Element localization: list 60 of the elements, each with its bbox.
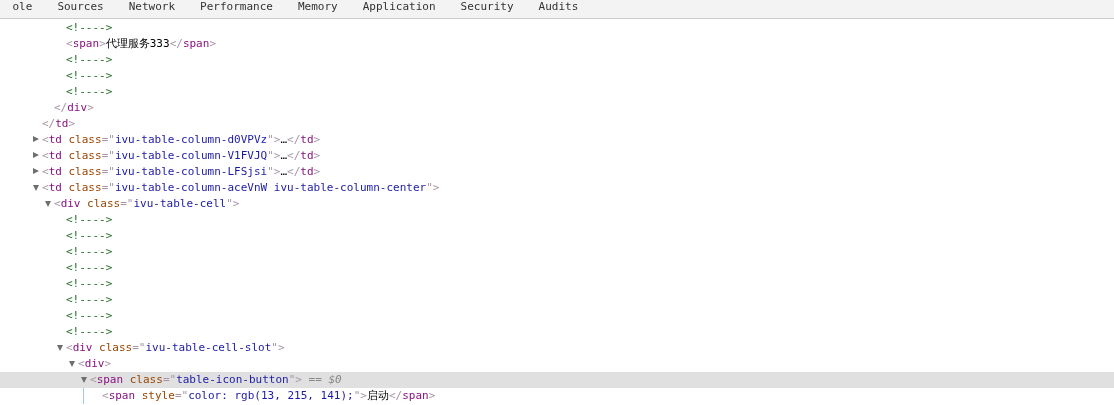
dom-node-row[interactable]: <!----> <box>0 52 1114 68</box>
panel-tab[interactable]: Sources <box>44 0 117 18</box>
dom-node-text: <td class="ivu-table-column-aceVnW ivu-table-column-center"> <box>42 180 440 196</box>
dom-node-text: <!----> <box>66 212 113 228</box>
dom-node-row[interactable]: <!----> <box>0 276 1114 292</box>
dom-node-text: <!----> <box>66 292 113 308</box>
dom-node-text: <!----> <box>66 244 113 260</box>
expanded-triangle-icon[interactable] <box>81 377 87 383</box>
dom-node-row[interactable]: <span style="color: rgb(13, 215, 141);">启动</span> <box>0 388 1114 404</box>
dom-node-text: <!----> <box>66 20 113 36</box>
dom-node-row[interactable]: <!----> <box>0 308 1114 324</box>
dom-node-row[interactable]: <!----> <box>0 20 1114 36</box>
dom-node-row[interactable]: <!----> <box>0 228 1114 244</box>
dom-node-row[interactable]: <!----> <box>0 292 1114 308</box>
closing-tag-text: </td> <box>42 116 76 132</box>
panel-tab[interactable]: ole <box>0 0 45 18</box>
dom-node-row[interactable]: <div class="ivu-table-cell-slot"> <box>0 340 1114 356</box>
dom-node-text: <!----> <box>66 276 113 292</box>
panel-tab[interactable]: Application <box>350 0 449 18</box>
dom-node-text: <!----> <box>66 68 113 84</box>
dom-node-text: <!----> <box>66 324 113 340</box>
dom-node-row[interactable]: <td class="ivu-table-column-d0VPVz">…</td> <box>0 132 1114 148</box>
panel-tab[interactable]: Audits <box>526 0 591 18</box>
dom-node-text: <td class="ivu-table-column-V1FVJQ">…</td> <box>42 148 321 164</box>
panel-tab[interactable]: Network <box>116 0 188 18</box>
dom-node-row[interactable]: <!----> <box>0 260 1114 276</box>
panel-tab[interactable]: Security <box>448 0 527 18</box>
dom-node-text: <td class="ivu-table-column-LFSjsi">…</td> <box>42 164 321 180</box>
dom-node-text: <div class="ivu-table-cell-slot"> <box>66 340 285 356</box>
dom-node-text: <!----> <box>66 52 113 68</box>
dom-node-row[interactable]: <!----> <box>0 68 1114 84</box>
expanded-triangle-icon[interactable] <box>45 201 51 207</box>
dom-node-row[interactable]: <!----> <box>0 212 1114 228</box>
expanded-triangle-icon[interactable] <box>57 345 63 351</box>
dom-node-text: <span class="table-icon-button"> == $0 <box>90 372 342 388</box>
expanded-triangle-icon[interactable] <box>33 185 39 191</box>
dom-node-text: <td class="ivu-table-column-d0VPVz">…</td> <box>42 132 321 148</box>
dom-node-row[interactable]: <!----> <box>0 324 1114 340</box>
dom-node-text: <div> <box>78 356 112 372</box>
dom-node-row[interactable]: <td class="ivu-table-column-LFSjsi">…</td> <box>0 164 1114 180</box>
panel-tab[interactable]: Performance <box>187 0 286 18</box>
dom-node-row[interactable]: <!----> <box>0 244 1114 260</box>
panel-tab[interactable]: Memory <box>285 0 351 18</box>
dom-node-row[interactable]: <span class="table-icon-button"> == $0 <box>0 372 1114 388</box>
dom-node-text: <!----> <box>66 308 113 324</box>
collapsed-triangle-icon[interactable] <box>33 152 39 158</box>
dom-node-text: <!----> <box>66 260 113 276</box>
dom-node-row[interactable]: <td class="ivu-table-column-aceVnW ivu-table-column-center"> <box>0 180 1114 196</box>
dom-node-text: <span style="color: rgb(13, 215, 141);">启动</span> <box>102 388 436 404</box>
dom-node-text: <span>代理服务333</span> <box>66 36 216 52</box>
dom-node-text: <div class="ivu-table-cell"> <box>54 196 240 212</box>
collapsed-triangle-icon[interactable] <box>33 168 39 174</box>
dom-node-row[interactable]: <td class="ivu-table-column-V1FVJQ">…</td> <box>0 148 1114 164</box>
dom-node-row[interactable]: <span>代理服务333</span> <box>0 36 1114 52</box>
dom-node-text: <!----> <box>66 84 113 100</box>
closing-tag-text: </div> <box>54 100 94 116</box>
dom-node-text: <!----> <box>66 228 113 244</box>
dom-node-row[interactable]: <div class="ivu-table-cell"> <box>0 196 1114 212</box>
collapsed-triangle-icon[interactable] <box>33 136 39 142</box>
dom-node-row[interactable]: <!----> <box>0 84 1114 100</box>
